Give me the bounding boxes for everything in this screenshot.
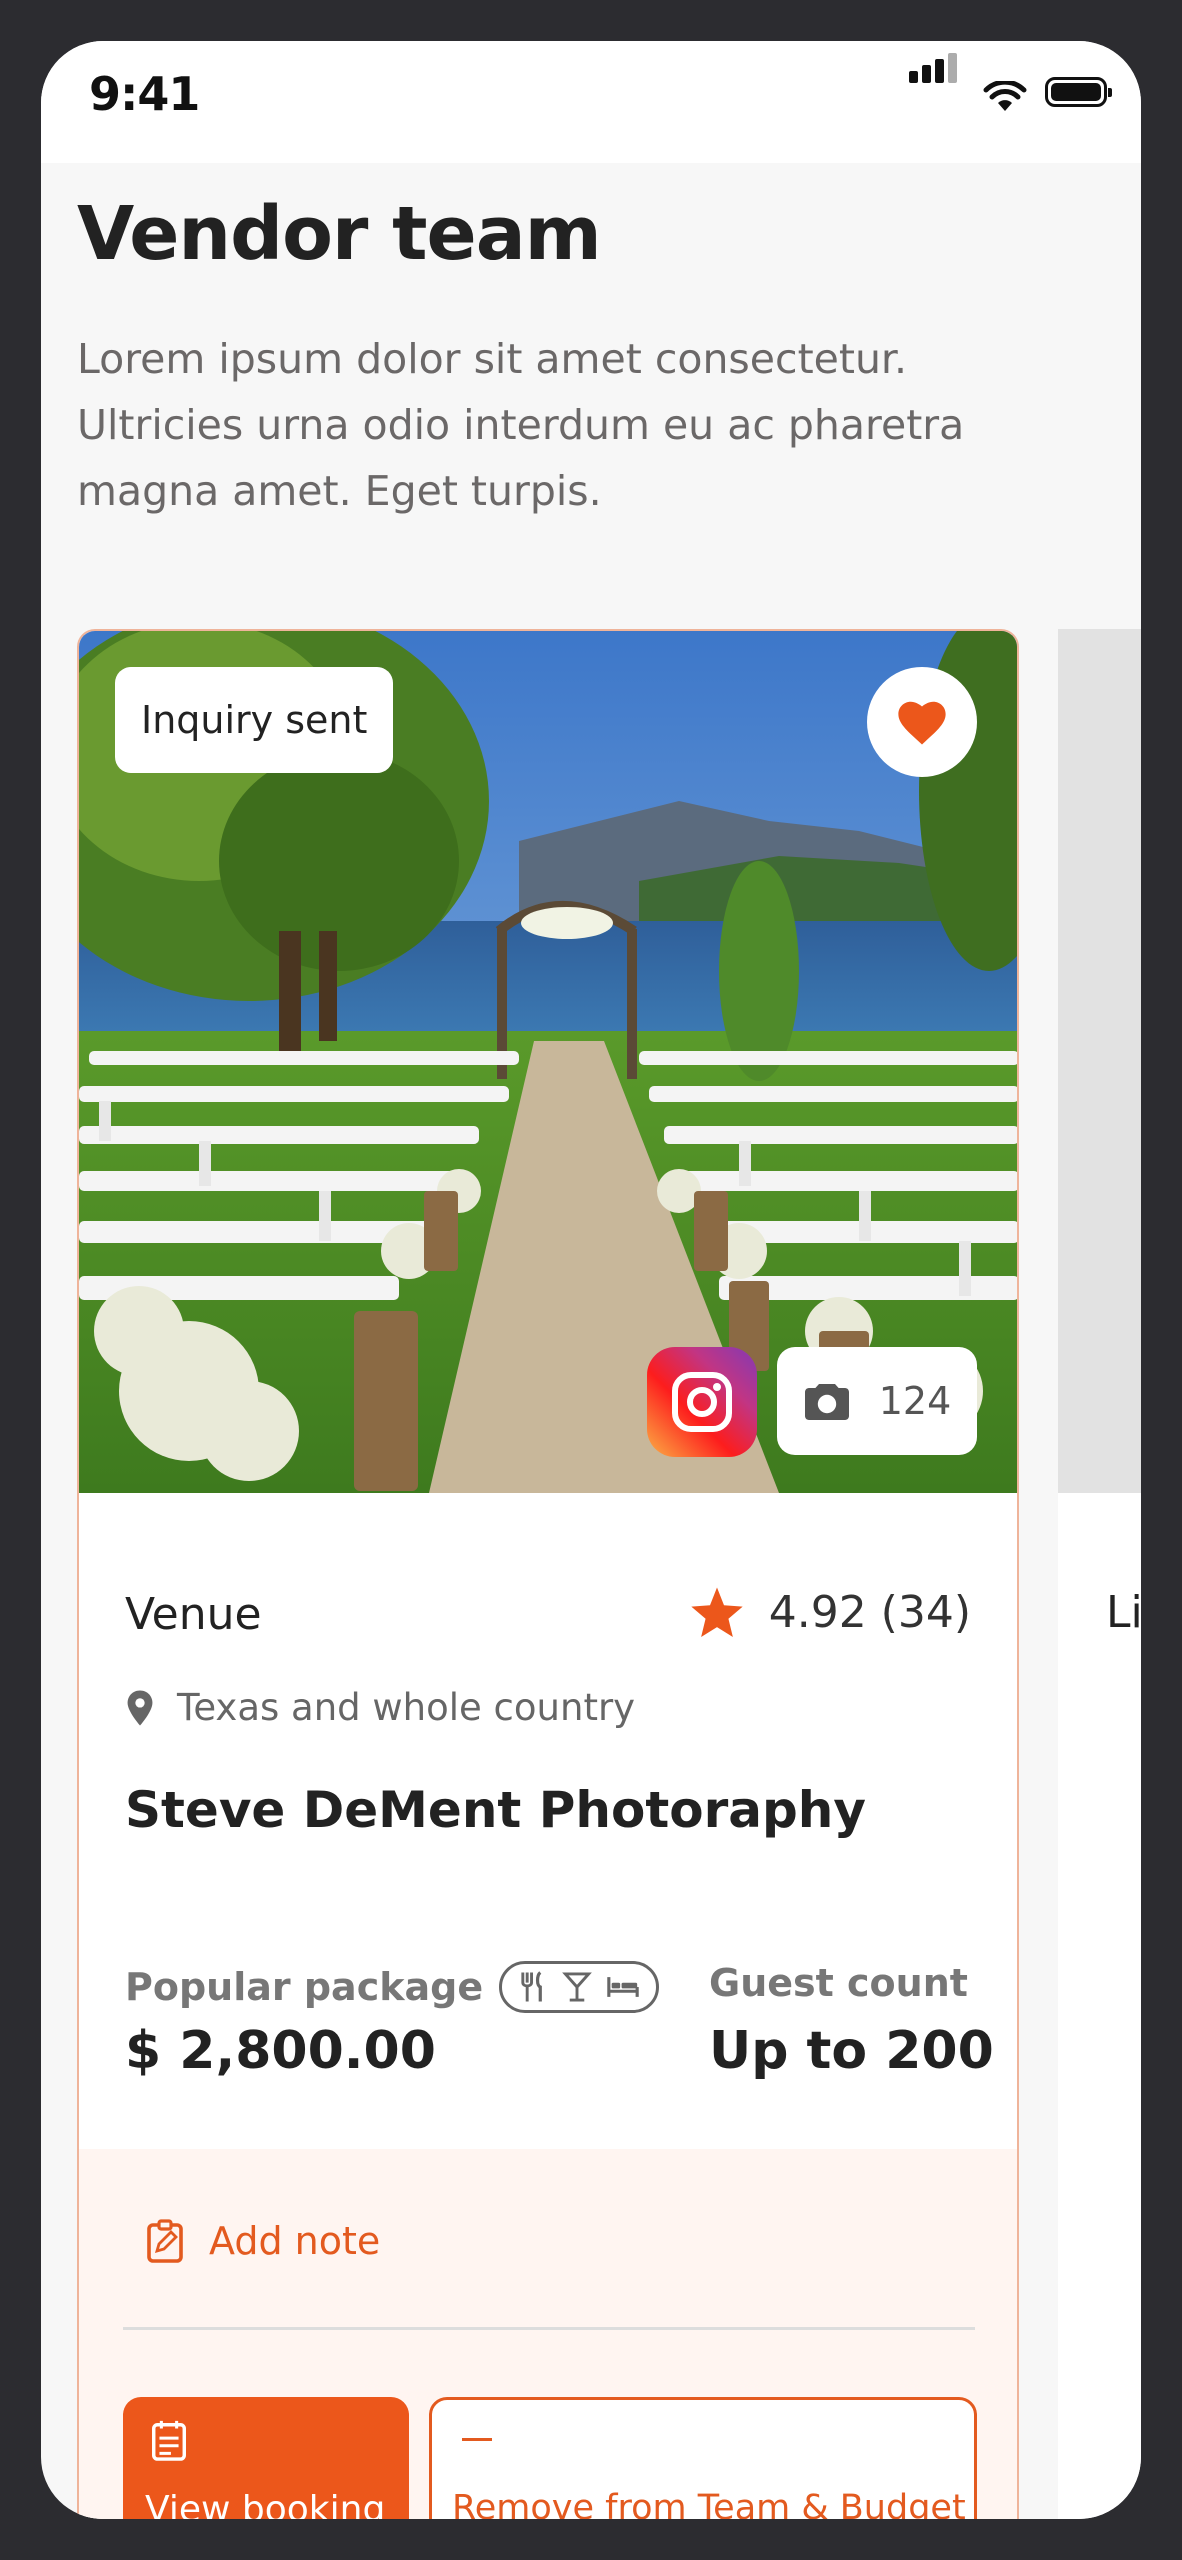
location-pin-icon	[127, 1689, 153, 1726]
vendor-card[interactable]: Inquiry sent 124 Venue 4.92 (34) Texas a…	[77, 629, 1019, 2519]
star-icon	[691, 1587, 743, 1637]
popular-package-label: Popular package	[125, 1965, 484, 2009]
inquiry-sent-badge: Inquiry sent	[115, 667, 394, 773]
location-text: Texas and whole country	[177, 1686, 636, 1729]
battery-icon	[1045, 77, 1112, 107]
fork-knife-icon	[521, 1971, 542, 2002]
location: Texas and whole country	[125, 1686, 635, 1729]
remove-label: Remove from Team & Budget	[452, 2488, 966, 2519]
note-edit-icon	[147, 2219, 183, 2263]
booking-list-icon	[152, 2420, 186, 2461]
instagram-glyph-icon	[672, 1372, 732, 1432]
view-booking-button[interactable]: View booking	[123, 2397, 409, 2519]
wifi-icon	[983, 81, 1027, 111]
add-note-label: Add note	[209, 2219, 381, 2263]
rating: 4.92 (34)	[689, 1585, 971, 1639]
vendor-name[interactable]: Steve DeMent Photoraphy	[125, 1781, 866, 1839]
next-vendor-category: Li	[1106, 1587, 1141, 1638]
guest-count-value: Up to 200	[709, 2021, 994, 2081]
next-vendor-card[interactable]: Li	[1058, 629, 1141, 2519]
cocktail-icon	[562, 1972, 592, 2002]
photo-count-button[interactable]: 124	[777, 1347, 977, 1455]
guest-count-label: Guest count	[709, 1961, 968, 2005]
bed-icon	[607, 1977, 639, 1997]
package-amenities	[499, 1961, 660, 2013]
page-description: Lorem ipsum dolor sit amet consectetur. …	[77, 335, 965, 515]
photo-count: 124	[878, 1379, 952, 1423]
minus-icon	[462, 2438, 492, 2441]
instagram-icon[interactable]	[647, 1347, 757, 1457]
card-actions: Add note View booking Remove from Team &…	[79, 2149, 1017, 2519]
venue-photo[interactable]: Inquiry sent 124	[79, 631, 1017, 1493]
heart-icon	[898, 701, 946, 745]
phone-screen: 9:41 Vendor team Lorem ipsum dolor sit a…	[41, 41, 1141, 2519]
page-title: Vendor team	[77, 191, 602, 277]
status-bar: 9:41	[41, 41, 1141, 163]
camera-icon	[804, 1384, 849, 1420]
rating-value: 4.92 (34)	[768, 1586, 971, 1638]
vendor-category: Venue	[125, 1589, 262, 1640]
view-booking-label: View booking	[145, 2489, 386, 2519]
next-vendor-photo	[1058, 629, 1141, 1493]
popular-package: Popular package	[125, 1961, 660, 2013]
divider	[123, 2327, 975, 2330]
favorite-button[interactable]	[867, 667, 977, 777]
status-time: 9:41	[89, 67, 200, 121]
add-note-button[interactable]: Add note	[145, 2219, 380, 2263]
remove-from-team-button[interactable]: Remove from Team & Budget	[429, 2397, 977, 2519]
package-price: $ 2,800.00	[125, 2021, 436, 2081]
